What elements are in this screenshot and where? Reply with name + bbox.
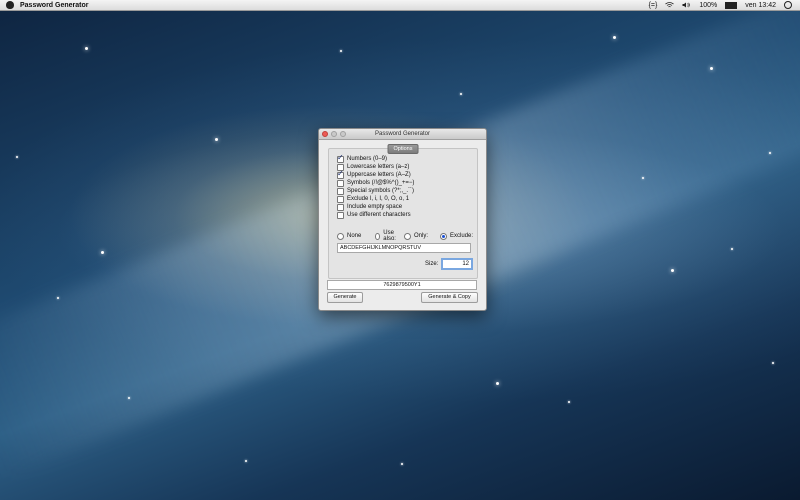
symbols-checkbox[interactable]: Symbols (/!@$%^()_+=−) bbox=[337, 179, 414, 187]
star bbox=[772, 362, 774, 364]
character-mode-radio-group: None Use also: Only: Exclude: bbox=[337, 230, 479, 242]
star bbox=[101, 251, 104, 254]
empty-space-checkbox[interactable]: Include empty space bbox=[337, 203, 402, 211]
radio-button[interactable] bbox=[337, 232, 344, 240]
radio-button[interactable] bbox=[375, 232, 381, 240]
star bbox=[642, 177, 644, 179]
radio-button[interactable] bbox=[404, 232, 412, 240]
wifi-icon[interactable] bbox=[665, 2, 675, 8]
checkbox-label: Symbols (/!@$%^()_+=−) bbox=[347, 180, 415, 186]
checkbox-label: Special symbols (?*;,_.`´) bbox=[347, 188, 415, 194]
window-title: Password Generator bbox=[374, 131, 431, 137]
checkbox[interactable] bbox=[337, 203, 344, 211]
exclude-ambiguous-checkbox[interactable]: Exclude l, i, I, 0, O, o, 1 bbox=[337, 195, 409, 203]
generate-copy-button[interactable]: Generate & Copy bbox=[421, 292, 478, 303]
star bbox=[613, 36, 616, 39]
apple-menu-icon[interactable] bbox=[6, 1, 14, 9]
checkbox-label: Uppercase letters (A–Z) bbox=[347, 172, 411, 178]
radio-label: Use also: bbox=[383, 230, 396, 242]
close-button[interactable] bbox=[322, 131, 328, 137]
checkbox-label: Include empty space bbox=[347, 204, 403, 210]
different-characters-checkbox[interactable]: Use different characters bbox=[337, 211, 411, 219]
size-label: Size: bbox=[425, 261, 439, 267]
star bbox=[496, 382, 499, 385]
clock[interactable]: ven 13:42 bbox=[745, 2, 776, 9]
star bbox=[568, 401, 570, 403]
checkbox[interactable] bbox=[337, 211, 344, 219]
checkbox[interactable] bbox=[337, 195, 344, 203]
checkbox[interactable] bbox=[337, 187, 344, 195]
star bbox=[671, 269, 674, 272]
title-bar[interactable]: Password Generator bbox=[319, 129, 486, 140]
star bbox=[245, 460, 247, 462]
options-tab: Options bbox=[387, 144, 419, 154]
star bbox=[85, 47, 88, 50]
characters-input[interactable]: ABCDEFGHIJKLMNOPQRSTUV bbox=[337, 243, 471, 253]
menu-bar-status: {=} 100% ven 13:42 bbox=[649, 1, 800, 9]
star bbox=[215, 138, 218, 141]
lowercase-checkbox[interactable]: Lowercase letters (a–z) bbox=[337, 163, 409, 171]
star bbox=[401, 463, 403, 465]
numbers-checkbox[interactable]: Numbers (0–9) bbox=[337, 153, 388, 163]
spotlight-search-icon[interactable] bbox=[784, 1, 792, 9]
star bbox=[16, 156, 18, 158]
radio-use-also[interactable]: Use also: bbox=[375, 230, 398, 242]
radio-button-selected[interactable] bbox=[440, 232, 448, 240]
battery-icon[interactable] bbox=[725, 1, 738, 9]
uppercase-checkbox[interactable]: Uppercase letters (A–Z) bbox=[337, 169, 411, 179]
password-generator-window: Password Generator Options Numbers (0–9)… bbox=[318, 128, 487, 311]
star bbox=[340, 50, 342, 52]
desktop-background: Password Generator {=} 100% ven 13:42 Pa… bbox=[0, 0, 800, 500]
radio-label: None bbox=[347, 233, 362, 239]
generate-button[interactable]: Generate bbox=[327, 292, 363, 303]
size-input[interactable]: 12 bbox=[441, 258, 473, 270]
star bbox=[57, 297, 59, 299]
checkbox-label: Lowercase letters (a–z) bbox=[347, 164, 410, 170]
app-menu[interactable]: Password Generator bbox=[20, 2, 88, 9]
star bbox=[731, 248, 733, 250]
options-group: Options Numbers (0–9) Lowercase letters … bbox=[328, 144, 479, 279]
star bbox=[710, 67, 713, 70]
menu-bar: Password Generator {=} 100% ven 13:42 bbox=[0, 0, 800, 11]
generated-password-field[interactable]: 7629879500Y1 bbox=[327, 280, 477, 290]
radio-only[interactable]: Only: bbox=[404, 232, 429, 240]
special-symbols-checkbox[interactable]: Special symbols (?*;,_.`´) bbox=[337, 187, 414, 195]
minimize-button[interactable] bbox=[331, 131, 337, 137]
checkbox-label: Use different characters bbox=[347, 212, 411, 218]
checkbox-label: Numbers (0–9) bbox=[347, 156, 388, 162]
zoom-button[interactable] bbox=[340, 131, 346, 137]
radio-label: Exclude: bbox=[450, 233, 474, 239]
star bbox=[769, 152, 771, 154]
star bbox=[128, 397, 130, 399]
checkbox-label: Exclude l, i, I, 0, O, o, 1 bbox=[347, 196, 410, 202]
radio-exclude[interactable]: Exclude: bbox=[440, 232, 474, 240]
checkbox[interactable] bbox=[337, 179, 344, 187]
checkbox-checked[interactable] bbox=[337, 169, 344, 179]
menu-extra-status[interactable]: {=} bbox=[649, 2, 658, 9]
battery-percentage: 100% bbox=[699, 1, 718, 9]
radio-label: Only: bbox=[414, 233, 429, 239]
volume-icon[interactable] bbox=[682, 2, 691, 8]
star bbox=[460, 93, 462, 95]
checkbox-checked[interactable] bbox=[337, 153, 344, 163]
window-controls bbox=[322, 131, 346, 137]
radio-none[interactable]: None bbox=[337, 232, 362, 240]
